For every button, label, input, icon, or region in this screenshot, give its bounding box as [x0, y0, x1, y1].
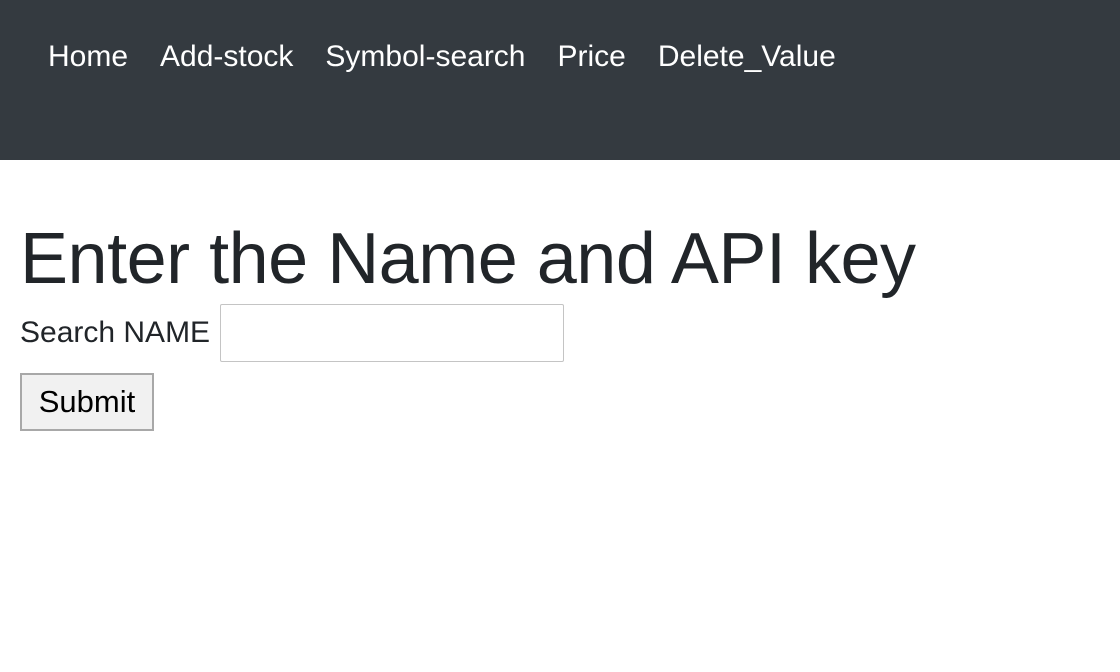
main-content: Enter the Name and API key Search NAME S…	[0, 160, 1120, 431]
submit-row: Submit	[20, 373, 1100, 431]
nav-list: Home Add-stock Symbol-search Price Delet…	[32, 36, 852, 78]
search-form: Search NAME Submit	[20, 304, 1100, 431]
search-row: Search NAME	[20, 304, 1100, 362]
nav-link-home[interactable]: Home	[32, 36, 144, 78]
nav-item-symbol-search: Symbol-search	[309, 36, 541, 78]
nav-link-delete-value[interactable]: Delete_Value	[642, 36, 852, 78]
nav-item-price: Price	[542, 36, 642, 78]
nav-item-delete-value: Delete_Value	[642, 36, 852, 78]
nav-item-add-stock: Add-stock	[144, 36, 309, 78]
top-navbar: Home Add-stock Symbol-search Price Delet…	[0, 0, 1120, 160]
nav-item-home: Home	[32, 36, 144, 78]
search-name-input[interactable]	[220, 304, 565, 362]
page-title: Enter the Name and API key	[20, 219, 916, 299]
nav-link-symbol-search[interactable]: Symbol-search	[309, 36, 541, 78]
search-name-label: Search NAME	[20, 316, 211, 349]
nav-link-price[interactable]: Price	[542, 36, 642, 78]
nav-link-add-stock[interactable]: Add-stock	[144, 36, 309, 78]
submit-button[interactable]: Submit	[20, 373, 154, 431]
